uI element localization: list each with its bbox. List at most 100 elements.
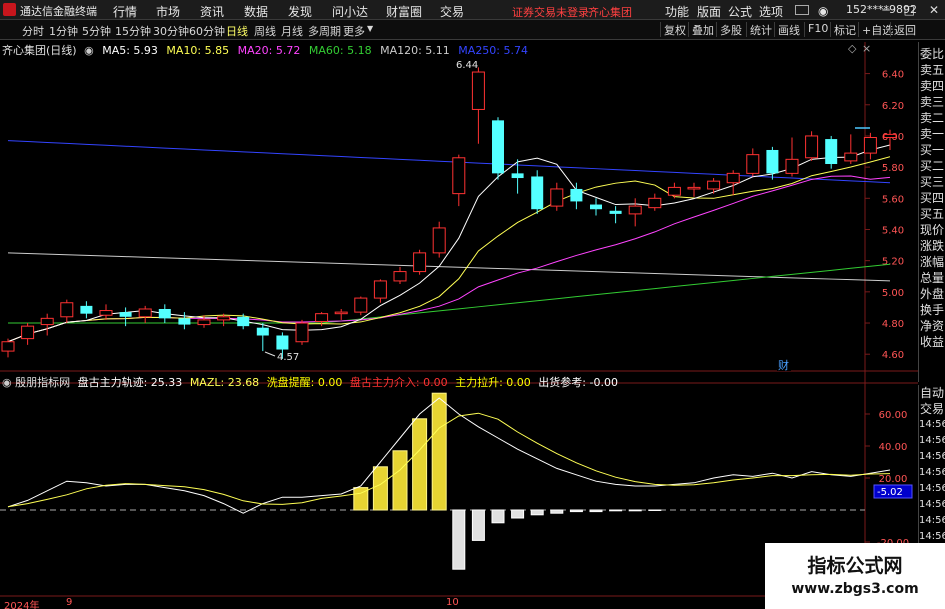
candle-body-up [315,313,329,322]
candle-body-down [80,305,93,314]
quote-item: 买三 [919,175,944,189]
chart-options-icon[interactable]: ◇ [848,42,856,55]
quote-item: 涨幅 [919,255,944,269]
candle-body-up [60,302,74,318]
candle-body-down [178,318,191,325]
bar-outflow [511,509,525,519]
candle-body-down [158,308,171,319]
quote-item: 卖四 [919,79,944,93]
indicator-label-1: 盘古主力轨迹: 25.33 [77,376,183,389]
indicator-label-4: 盘古主力介入: 0.00 [349,376,448,389]
quote-item: 委比 [919,47,944,61]
kline-chart[interactable]: 6.406.206.005.805.605.405.205.004.804.60… [0,0,918,609]
indicator-title: ◉ 殷朋指标网 盘古主力轨迹: 25.33 MAZL: 23.68 洗盘提醒: … [2,374,618,390]
chart-close-icon[interactable]: × [862,42,871,55]
indicator-label-5: 主力拉升: 0.00 [455,376,531,389]
indicator-label-6: 出货参考: -0.00 [538,376,618,389]
candle-body-up [863,137,877,154]
candle-body-up [471,71,485,110]
finance-marker: 财 [778,358,789,372]
candle-body-up [667,186,681,196]
candle-body-down [492,120,504,174]
indicator-label-3: 洗盘提醒: 0.00 [266,376,343,389]
price-tick-label: 5.20 [882,257,904,268]
quote-panel: 委比 卖五 卖四 卖三 卖二 卖一 买一 买二 买三 买四 买五 现价 涨跌 涨… [918,42,945,382]
bar-outflow [589,509,603,513]
candle-body-up [197,319,211,326]
quote-item: 外盘 [919,287,944,301]
candle-body-down [590,204,602,210]
ma60-label: MA60: 5.18 [308,44,372,57]
ma10-label: MA10: 5.85 [166,44,230,57]
year-label: 2024年 [4,601,40,609]
candle-body-up [393,271,407,282]
quote-item: 买一 [919,143,944,157]
price-tick-label: 5.80 [882,163,904,174]
tick-time: 14:56 [919,419,945,430]
candle-body-down [256,327,269,336]
candle-body-down [570,188,583,202]
tick-time: 14:56 [919,435,945,446]
price-tick-label: 5.40 [882,225,904,236]
candle-body-up [40,317,54,326]
tick-time: 14:56 [919,515,945,526]
date-axis: 2024年 9 10 [0,597,765,609]
price-tick-label: 5.60 [882,194,904,205]
quote-item: 卖一 [919,127,944,141]
svg-text:-5.02: -5.02 [877,487,903,498]
price-tick-label: 5.00 [882,288,904,299]
tick-item[interactable]: 自动 [919,385,945,401]
watermark: 指标公式网 www.zbgs3.com [765,543,945,609]
bar-outflow [491,509,505,524]
indicator-value-box: -5.02 [873,484,913,499]
bar-rise [412,418,428,511]
bar-outflow [569,509,583,513]
quote-item: 换手 [919,303,944,317]
tick-time: 14:56 [919,467,945,478]
candle-body-up [805,135,819,159]
bar-outflow [471,509,485,541]
quote-item: 涨跌 [919,239,944,253]
bar-rise [372,466,388,511]
price-tick-label: 6.40 [882,70,904,81]
bar-outflow [628,509,642,512]
quote-item: 收益 [919,335,944,349]
candle-body-up [295,322,309,343]
ma120-line [7,252,891,282]
candle-body-down [119,312,132,317]
indicator-settings-icon[interactable]: ◉ [2,376,12,389]
candle-body-up [373,280,387,299]
month-mark: 9 [66,597,73,608]
price-tick-label: 4.80 [882,319,904,330]
tick-item[interactable]: 交易 [919,401,945,417]
quote-item: 卖三 [919,95,944,109]
candle-body-up [21,325,35,340]
candle-body-down [237,316,250,327]
quote-item: 卖五 [919,63,944,77]
candle-body-up [883,133,897,139]
main-chart-title: 齐心集团(日线) ◉ MA5: 5.93 MA10: 5.85 MA20: 5.… [2,42,528,58]
close-icon[interactable]: ✕ [929,3,939,17]
candle-body-up [687,186,701,190]
candle-body-up [138,308,152,318]
indicator-chart [0,392,891,570]
indicator-label-2: MAZL: 23.68 [189,376,260,389]
settings-icon[interactable]: ◉ [84,44,94,57]
candle-body-up [726,172,740,184]
indicator-tick-label: 40.00 [879,442,908,453]
candle-body-down [511,173,524,179]
indicator-track-line [7,397,891,514]
candle-body-up [354,297,368,313]
watermark-url: www.zbgs3.com [791,581,919,597]
ma250-label: MA250: 5.74 [458,44,529,57]
indicator-mazl-line [7,412,891,508]
price-axis: 6.406.206.005.805.605.405.205.004.804.60 [865,70,904,361]
ma5-label: MA5: 5.93 [102,44,158,57]
candle-body-up [432,227,446,254]
candle-body-up [628,205,642,215]
candle-body-up [452,157,466,195]
candle-body-down [276,335,289,350]
quote-item: 现价 [919,223,944,237]
candle-body-up [99,310,113,316]
candle-body-up [707,180,721,190]
